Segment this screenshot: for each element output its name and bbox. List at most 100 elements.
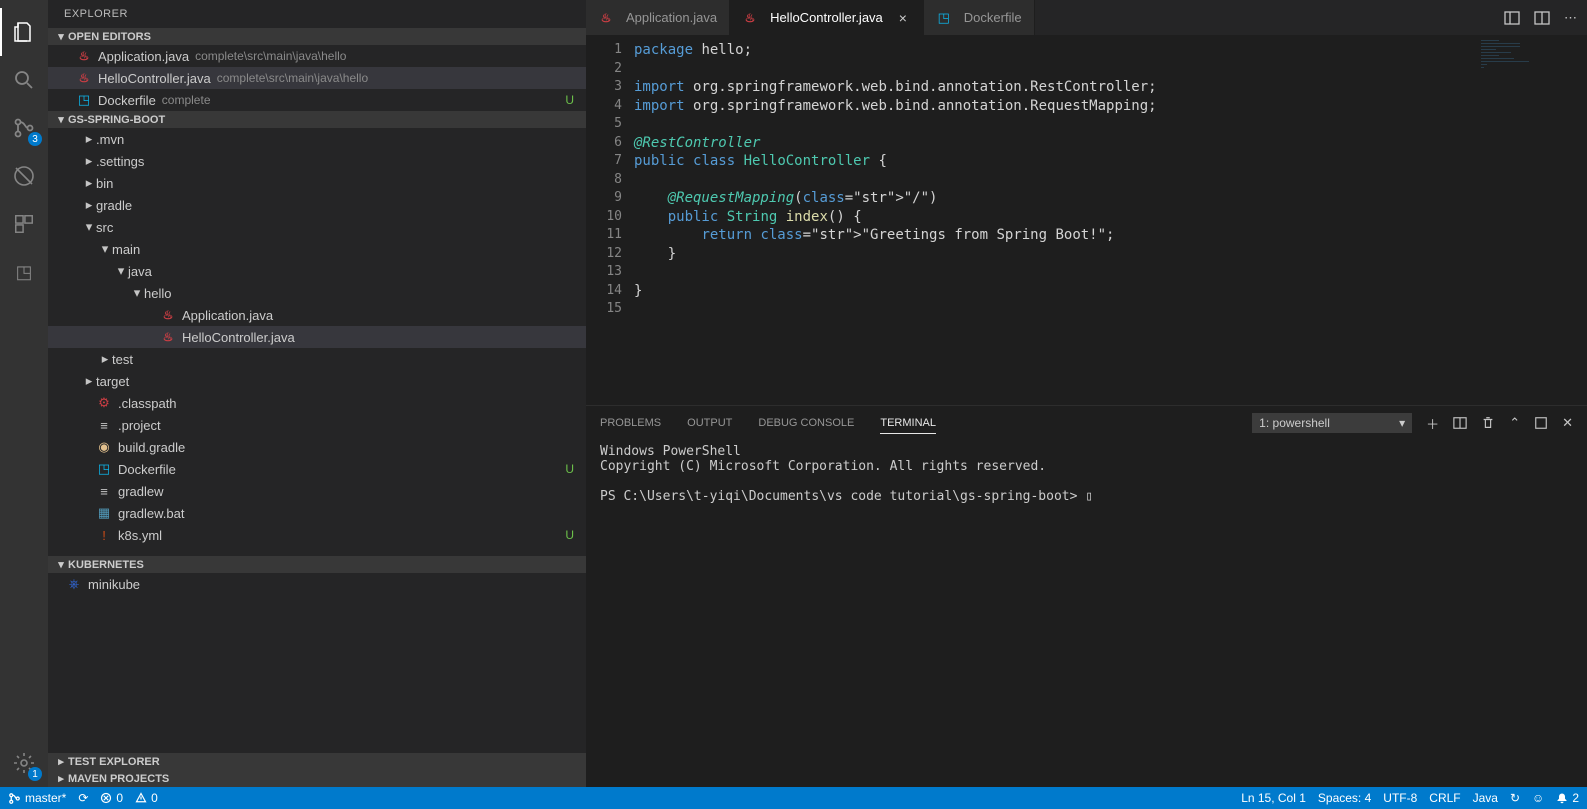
tree-item-label: hello — [144, 286, 171, 301]
activity-docker[interactable]: ◳ — [0, 248, 48, 296]
tree-item[interactable]: !k8s.ymlU — [48, 524, 586, 546]
sb-warnings[interactable]: 0 — [135, 791, 158, 805]
tree-item[interactable]: ▸bin — [48, 172, 586, 194]
open-editor-path: complete\src\main\java\hello — [195, 49, 346, 63]
tree-item[interactable]: ▾java — [48, 260, 586, 282]
file-status: U — [565, 93, 580, 107]
tree-item-label: gradle — [96, 198, 132, 213]
tree-item-label: gradlew.bat — [118, 506, 185, 521]
new-terminal-icon[interactable]: ＋ — [1426, 414, 1439, 433]
panel-tab[interactable]: TERMINAL — [880, 413, 936, 434]
activity-debug[interactable] — [0, 152, 48, 200]
tree-item[interactable]: ▾hello — [48, 282, 586, 304]
activity-settings[interactable]: 1 — [0, 739, 48, 787]
editor-tab[interactable]: ◳Dockerfile — [924, 0, 1035, 35]
tree-item[interactable]: ≡gradlew — [48, 480, 586, 502]
tree-item[interactable]: ▾main — [48, 238, 586, 260]
sb-feedback-icon[interactable]: ↻ — [1510, 791, 1520, 805]
java-icon: ♨ — [160, 307, 176, 323]
twisty-icon: ▸ — [82, 153, 96, 169]
project-icon: ≡ — [96, 417, 112, 433]
tree-item-label: Dockerfile — [118, 462, 176, 477]
file-icon: ≡ — [96, 483, 112, 499]
open-editor-item[interactable]: ♨HelloController.javacomplete\src\main\j… — [48, 67, 586, 89]
tree-item-label: k8s.yml — [118, 528, 162, 543]
java-icon: ♨ — [598, 10, 614, 26]
sb-branch[interactable]: master* — [8, 791, 66, 805]
sidebar: EXPLORER ▾ OPEN EDITORS ♨Application.jav… — [48, 0, 586, 787]
chevron-down-icon: ▾ — [54, 30, 68, 43]
layout-icon[interactable] — [1534, 10, 1550, 26]
terminal-select[interactable]: 1: powershell — [1252, 413, 1412, 433]
tree-item[interactable]: ◳DockerfileU — [48, 458, 586, 480]
file-status: U — [565, 462, 580, 476]
sb-ln-col[interactable]: Ln 15, Col 1 — [1241, 791, 1306, 805]
tree-item-label: Application.java — [182, 308, 273, 323]
chevron-right-icon: ▸ — [54, 755, 68, 768]
collapsed-section[interactable]: ▸TEST EXPLORER — [48, 753, 586, 770]
sb-smiley-icon[interactable]: ☺ — [1532, 791, 1544, 805]
activity-scm[interactable]: 3 — [0, 104, 48, 152]
sb-bell[interactable]: 2 — [1556, 791, 1579, 805]
tree-item-label: java — [128, 264, 152, 279]
panel-tab[interactable]: DEBUG CONSOLE — [758, 413, 854, 434]
tree-item[interactable]: ▸gradle — [48, 194, 586, 216]
project-header[interactable]: ▾ GS-SPRING-BOOT — [48, 111, 586, 128]
sb-errors[interactable]: 0 — [100, 791, 123, 805]
maximize-panel-icon[interactable] — [1534, 416, 1548, 430]
panel-tabs: PROBLEMS OUTPUT DEBUG CONSOLE TERMINAL 1: p… — [586, 406, 1587, 440]
activity-explorer[interactable] — [0, 8, 48, 56]
tree-item[interactable]: ▸.settings — [48, 150, 586, 172]
split-terminal-icon[interactable] — [1453, 416, 1467, 430]
panel: PROBLEMS OUTPUT DEBUG CONSOLE TERMINAL 1: p… — [586, 405, 1587, 787]
tree-item[interactable]: ⚙.classpath — [48, 392, 586, 414]
open-editors-header[interactable]: ▾ OPEN EDITORS — [48, 28, 586, 45]
close-icon[interactable]: × — [895, 10, 911, 26]
panel-tab[interactable]: OUTPUT — [687, 413, 732, 434]
terminal[interactable]: Windows PowerShell Copyright (C) Microso… — [586, 440, 1587, 787]
open-editor-item[interactable]: ♨Application.javacomplete\src\main\java\… — [48, 45, 586, 67]
tree-item[interactable]: ▾src — [48, 216, 586, 238]
tree-item[interactable]: ▦ gradlew.bat — [48, 502, 586, 524]
collapsed-section[interactable]: ▸MAVEN PROJECTS — [48, 770, 586, 787]
close-panel-icon[interactable]: ✕ — [1562, 415, 1573, 431]
sb-lang[interactable]: Java — [1473, 791, 1498, 805]
tree-item-label: target — [96, 374, 129, 389]
chevron-up-icon[interactable]: ⌃ — [1509, 415, 1520, 431]
tree-item-label: bin — [96, 176, 113, 191]
tree-item[interactable]: ▸.mvn — [48, 128, 586, 150]
twisty-icon: ▾ — [98, 241, 112, 257]
split-editor-icon[interactable] — [1504, 10, 1520, 26]
bat-icon: ▦ — [96, 505, 112, 521]
activity-search[interactable] — [0, 56, 48, 104]
tree-item[interactable]: ≡.project — [48, 414, 586, 436]
sidebar-title: EXPLORER — [48, 0, 586, 28]
tree-item[interactable]: ▸test — [48, 348, 586, 370]
trash-icon[interactable] — [1481, 416, 1495, 430]
tree-item[interactable]: ♨ Application.java — [48, 304, 586, 326]
k8s-item[interactable]: ⎈minikube — [48, 573, 586, 595]
tree-item[interactable]: ◉build.gradle — [48, 436, 586, 458]
sb-encoding[interactable]: UTF-8 — [1383, 791, 1417, 805]
sb-sync[interactable]: ⟳ — [78, 791, 88, 805]
activity-extensions[interactable] — [0, 200, 48, 248]
tree-item[interactable]: ♨HelloController.java — [48, 326, 586, 348]
panel-tab[interactable]: PROBLEMS — [600, 413, 661, 434]
more-icon[interactable]: ⋯ — [1564, 10, 1577, 26]
twisty-icon: ▾ — [82, 219, 96, 235]
scm-badge: 3 — [28, 132, 42, 146]
minimap[interactable]: ▬▬▬▬▬▬▬▬▬▬▬▬▬▬▬▬▬▬▬▬▬▬▬▬▬▬▬▬▬▬▬▬▬▬▬▬▬▬▬▬… — [1477, 35, 1587, 405]
code-editor[interactable]: package hello; import org.springframewor… — [634, 35, 1477, 405]
kubernetes-header[interactable]: ▾ KUBERNETES — [48, 556, 586, 573]
open-editor-item[interactable]: ◳DockerfilecompleteU — [48, 89, 586, 111]
tree-item-label: test — [112, 352, 133, 367]
tree-item-label: main — [112, 242, 140, 257]
editor-tab[interactable]: ♨HelloController.java× — [730, 0, 924, 35]
tree-item[interactable]: ▸target — [48, 370, 586, 392]
chevron-down-icon: ▾ — [54, 113, 68, 126]
tree-item-label: HelloController.java — [182, 330, 295, 345]
sb-eol[interactable]: CRLF — [1429, 791, 1460, 805]
editor-tab[interactable]: ♨Application.java — [586, 0, 730, 35]
tree-item-label: .classpath — [118, 396, 177, 411]
sb-spaces[interactable]: Spaces: 4 — [1318, 791, 1371, 805]
